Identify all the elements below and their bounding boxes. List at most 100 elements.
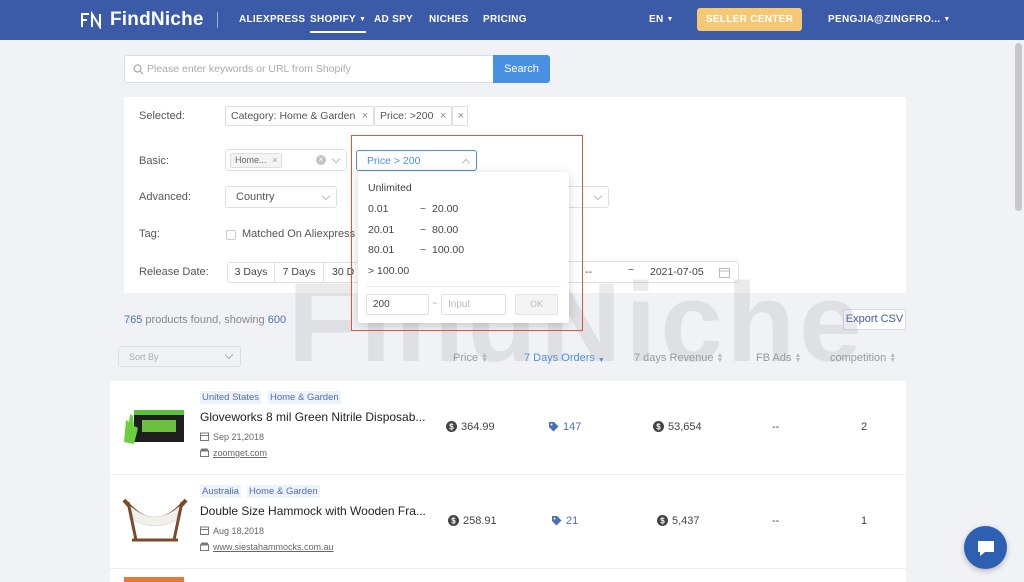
column-7-days-orders[interactable]: 7 Days Orders ▼ [524,352,605,364]
seller-center-button[interactable]: SELLER CENTER [697,8,802,31]
column-competition[interactable]: competition ▲ ▼ [830,352,896,364]
selected-tag-category: Category: Home & Garden × [225,106,375,126]
product-title[interactable]: Gloveworks 8 mil Green Nitrile Disposab.… [200,410,425,424]
date-start: -- [585,266,592,278]
highlight-box [351,135,583,331]
category-chip-text: Home... [235,155,267,165]
table-row[interactable]: United States Home & Garden Gloveworks 8… [110,381,906,474]
calendar-icon [200,432,209,441]
nav-ad-spy[interactable]: AD SPY [374,14,413,25]
column-revenue-label: 7 days Revenue [634,352,714,364]
search-button[interactable]: Search [493,55,550,83]
column-fb-ads-label: FB Ads [756,352,792,364]
nav-aliexpress[interactable]: ALIEXPRESS [239,14,305,25]
date-end: 2021-07-05 [650,266,704,278]
matched-aliexpress-checkbox[interactable] [226,230,236,240]
language-selector[interactable]: EN ▼ [649,14,674,25]
close-icon[interactable]: × [272,154,277,167]
competition-value: 2 [861,421,868,433]
chat-button[interactable] [964,526,1007,569]
store-icon [200,448,209,457]
product-domain[interactable]: www.siestahammocks.com.au [200,542,334,552]
category-tag[interactable]: Home & Garden [268,391,341,404]
search-input[interactable] [147,56,487,82]
chevron-down-icon [224,350,234,360]
chevron-down-icon: ▼ [666,16,674,23]
tag-icon [552,516,562,526]
search-box [124,55,494,83]
category-chip: Home... × [230,153,282,168]
nav-pricing[interactable]: PRICING [483,14,527,25]
close-icon[interactable]: × [362,107,368,125]
orders-value: 21 [566,515,579,527]
orders-cell: 147 [548,421,581,433]
svg-text:$: $ [660,517,665,526]
product-date: Aug 18,2018 [200,526,264,536]
7-days-button[interactable]: 7 Days [274,262,324,283]
logo-divider [217,12,218,28]
language-label: EN [649,14,664,25]
sort-icon: ▲ ▼ [481,352,488,364]
store-icon [200,542,209,551]
chevron-down-icon [593,191,603,201]
product-thumbnail[interactable] [120,492,190,547]
3-days-button[interactable]: 3 Days [227,262,275,283]
fb-ads-value: -- [772,515,780,527]
search-icon [133,64,144,75]
nav-niches[interactable]: NICHES [429,14,469,25]
chevron-down-icon [331,154,341,164]
sort-by-select[interactable]: Sort By [118,346,241,367]
results-summary: 765 products found, showing 600 [124,314,286,326]
country-tag[interactable]: Australia [200,485,241,498]
svg-text:$: $ [449,423,454,432]
logo-text[interactable]: FindNiche [110,9,204,31]
tag-icon [549,422,559,432]
column-7-days-revenue[interactable]: 7 days Revenue ▲ ▼ [634,352,723,364]
page-scrollbar[interactable] [1015,43,1022,211]
country-tag[interactable]: United States [200,391,262,404]
matched-aliexpress-label[interactable]: Matched On Aliexpress [242,228,355,240]
svg-text:$: $ [451,517,456,526]
results-count: 765 [124,314,143,326]
logo-icon[interactable] [80,11,102,29]
table-row[interactable] [110,569,906,582]
country-select[interactable]: Country [225,186,337,208]
dollar-icon: $ [653,421,664,432]
svg-text:$: $ [656,423,661,432]
product-domain[interactable]: zoomget.com [200,448,267,458]
calendar-icon [200,526,209,535]
sort-icon: ▲ ▼ [794,352,802,364]
revenue-cell: $5,437 [657,515,700,527]
dollar-icon: $ [657,515,668,526]
column-price[interactable]: Price ▲ ▼ [453,352,488,364]
product-title[interactable]: Double Size Hammock with Wooden Fra... [200,504,426,518]
country-select-placeholder: Country [236,191,275,203]
user-menu[interactable]: PENGJIA@ZINGFRO... ▼ [828,14,951,25]
chevron-down-icon: ▼ [359,16,367,23]
table-row[interactable]: Australia Home & Garden Double Size Hamm… [110,475,906,568]
chevron-down-icon [321,191,331,201]
sort-icon: ▲ ▼ [889,352,897,364]
product-thumbnail[interactable] [124,577,184,582]
clear-all-button[interactable]: × [452,106,468,126]
close-icon[interactable]: × [440,107,446,125]
close-icon: × [457,110,464,122]
basic-label: Basic: [139,155,169,167]
category-tag[interactable]: Home & Garden [247,485,320,498]
category-select[interactable]: Home... × × [225,149,347,171]
date-separator: ~ [628,264,635,276]
sort-icon: ▲ ▼ [716,352,724,364]
price-cell: $364.99 [446,421,495,433]
product-thumbnail[interactable] [120,398,190,453]
export-csv-button[interactable]: Export CSV [843,309,906,330]
clear-icon[interactable]: × [316,155,326,165]
column-fb-ads[interactable]: FB Ads ▲ ▼ [756,352,801,364]
fb-ads-value: -- [772,421,780,433]
product-date: Sep 21,2018 [200,432,264,442]
price-value: 364.99 [461,421,495,433]
competition-value: 1 [861,515,868,527]
product-date-text: Sep 21,2018 [213,432,265,442]
nav-shopify[interactable]: SHOPIFY ▼ [310,14,367,33]
results-showing: 600 [267,314,287,326]
date-range-picker[interactable]: -- ~ 2021-07-05 [564,261,739,283]
